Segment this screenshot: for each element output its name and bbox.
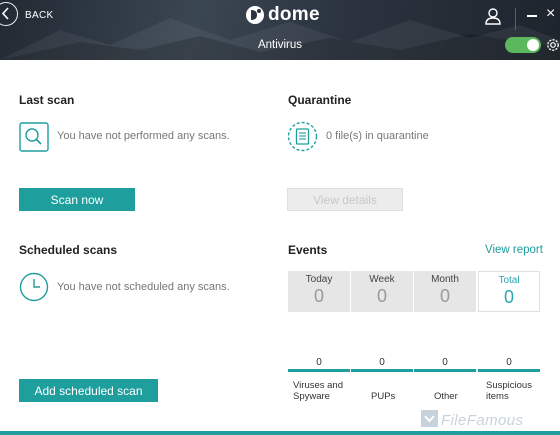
suspicious-count: 0 <box>506 357 512 368</box>
gear-icon[interactable] <box>545 37 560 53</box>
period-value: 0 <box>503 287 514 307</box>
period-value: 0 <box>313 286 324 306</box>
chevron-left-icon <box>1 7 9 20</box>
suspicious-label-line1: Suspicious <box>486 380 532 391</box>
view-report-link[interactable]: View report <box>485 244 543 256</box>
period-month[interactable]: Month 0 <box>414 271 476 312</box>
antivirus-toggle[interactable] <box>505 37 541 53</box>
header-divider <box>515 8 516 30</box>
last-scan-status: You have not performed any scans. <box>57 130 230 142</box>
suspicious-label-line2: items <box>486 391 509 402</box>
suspicious-label: Suspicious items <box>486 380 532 402</box>
back-label[interactable]: BACK <box>25 10 53 21</box>
watermark-icon <box>421 410 438 427</box>
other-label: Other <box>434 391 458 402</box>
other-count: 0 <box>442 357 448 368</box>
viruses-label-line2: Spyware <box>293 391 330 402</box>
pups-count: 0 <box>379 357 385 368</box>
events-title: Events <box>288 243 328 257</box>
suspicious-bar <box>478 369 540 372</box>
dome-logo-icon <box>246 6 264 24</box>
clock-icon <box>19 272 49 302</box>
viruses-label-line1: Viruses and <box>293 380 343 391</box>
period-label: Week <box>369 274 395 285</box>
period-value: 0 <box>376 286 387 306</box>
last-scan-title: Last scan <box>19 93 75 107</box>
close-icon[interactable]: × <box>546 5 555 23</box>
search-icon <box>19 122 49 152</box>
period-label: Total <box>498 275 520 286</box>
other-bar <box>414 369 476 372</box>
pups-bar <box>351 369 413 372</box>
quarantine-icon <box>287 121 318 152</box>
app-header: BACK dome × Antivirus <box>0 0 560 60</box>
add-scheduled-scan-button[interactable]: Add scheduled scan <box>19 379 158 402</box>
user-account-icon[interactable] <box>484 7 502 25</box>
minimize-button[interactable] <box>527 15 537 17</box>
toggle-knob <box>527 39 539 51</box>
quarantine-title: Quarantine <box>288 93 352 107</box>
logo-text: dome <box>268 4 320 25</box>
viruses-count: 0 <box>316 357 322 368</box>
viruses-bar <box>288 369 350 372</box>
back-button[interactable] <box>0 2 18 26</box>
period-value: 0 <box>439 286 450 306</box>
period-week[interactable]: Week 0 <box>351 271 413 312</box>
period-total[interactable]: Total 0 <box>478 271 540 312</box>
viruses-label: Viruses and Spyware <box>293 380 343 402</box>
quarantine-status: 0 file(s) in quarantine <box>326 130 429 142</box>
scheduled-status: You have not scheduled any scans. <box>57 281 230 293</box>
scan-now-button[interactable]: Scan now <box>19 188 135 211</box>
bottom-accent-line <box>0 431 560 435</box>
page-title: Antivirus <box>257 39 303 51</box>
period-today[interactable]: Today 0 <box>288 271 350 312</box>
watermark-text: FileFamous <box>441 412 524 429</box>
dome-logo: dome <box>245 4 320 26</box>
scheduled-scans-title: Scheduled scans <box>19 243 118 257</box>
period-label: Month <box>431 274 459 285</box>
view-details-button[interactable]: View details <box>287 188 403 211</box>
pups-label: PUPs <box>371 391 396 402</box>
period-label: Today <box>305 274 333 285</box>
